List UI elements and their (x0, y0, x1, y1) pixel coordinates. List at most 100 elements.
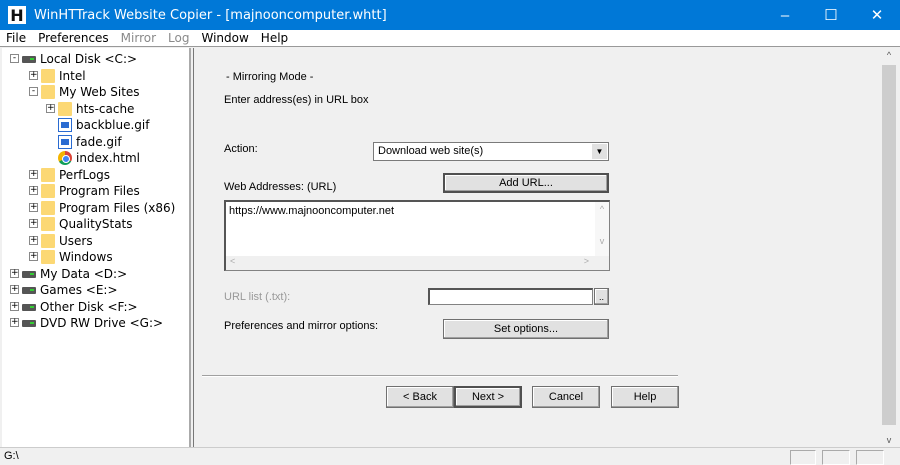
folder-icon (41, 184, 55, 198)
menu-file[interactable]: File (0, 31, 32, 45)
tree-item[interactable]: + Games <E:> (2, 282, 187, 298)
expand-icon[interactable]: + (10, 268, 19, 278)
tree-item[interactable]: + Users (2, 233, 187, 249)
expand-icon[interactable]: + (29, 186, 38, 195)
add-url-button[interactable]: Add URL... (443, 173, 609, 193)
url-text: https://www.majnooncomputer.net (229, 205, 395, 217)
tree-item[interactable]: backblue.gif (2, 117, 187, 133)
tree-item[interactable]: + QualityStats (2, 216, 187, 232)
tree-item-label: backblue.gif (76, 118, 150, 132)
menu-window[interactable]: Window (195, 31, 254, 45)
minimize-button[interactable]: – (762, 0, 808, 30)
status-bar: G:\ (0, 447, 900, 465)
close-button[interactable]: ✕ (854, 0, 900, 30)
expand-icon[interactable]: + (10, 285, 19, 294)
mode-title: - Mirroring Mode - (226, 71, 314, 83)
url-horizontal-scrollbar[interactable]: < > (226, 256, 609, 270)
back-button[interactable]: < Back (386, 386, 454, 408)
scroll-up-icon[interactable]: ^ (880, 50, 898, 60)
expand-icon[interactable]: + (46, 103, 55, 113)
menu-preferences[interactable]: Preferences (32, 31, 115, 45)
menu-mirror[interactable]: Mirror (115, 31, 162, 45)
drive-icon (22, 320, 36, 327)
url-list-label: URL list (.txt): (224, 291, 291, 303)
chevron-down-icon[interactable]: ▼ (592, 144, 607, 159)
tree-item[interactable]: - My Web Sites (2, 84, 187, 100)
url-vertical-scrollbar[interactable]: ^ v (595, 202, 609, 257)
tree-item[interactable]: index.html (2, 150, 187, 166)
scroll-down-icon[interactable]: v (880, 435, 898, 445)
folder-icon (41, 68, 55, 83)
drive-icon (22, 303, 36, 311)
status-panel (856, 450, 884, 465)
folder-tree[interactable]: - Local Disk <C:> + Intel - My Web Sites + hts-… (2, 48, 191, 447)
tree-item[interactable]: + Other Disk <F:> (2, 299, 187, 315)
tree-item-label: My Web Sites (59, 85, 140, 99)
image-file-icon (58, 134, 72, 149)
tree-item-label: DVD RW Drive <G:> (40, 316, 164, 330)
action-label: Action: (224, 143, 258, 155)
divider (202, 375, 678, 377)
help-button[interactable]: Help (611, 386, 679, 408)
browse-button[interactable]: .. (594, 288, 609, 305)
tree-item[interactable]: + DVD RW Drive <G:> (2, 315, 187, 331)
tree-item[interactable]: - Local Disk <C:> (2, 51, 187, 67)
status-panel (790, 450, 816, 465)
folder-icon (41, 250, 55, 264)
expand-icon[interactable]: + (29, 70, 38, 80)
url-textarea[interactable]: https://www.majnooncomputer.net ^ v < > (224, 200, 610, 271)
app-icon: H (8, 5, 26, 25)
folder-icon (41, 167, 55, 182)
title-bar: H WinHTTrack Website Copier - [majnoonco… (0, 0, 900, 30)
action-select[interactable]: Download web site(s) ▼ (373, 142, 609, 161)
menu-log[interactable]: Log (162, 31, 195, 45)
cancel-button[interactable]: Cancel (532, 386, 600, 408)
folder-icon (58, 101, 72, 116)
tree-item-label: Windows (59, 250, 113, 264)
action-value: Download web site(s) (378, 145, 484, 157)
tree-item-label: Program Files (x86) (59, 200, 176, 215)
urls-label: Web Addresses: (URL) (224, 181, 337, 193)
scroll-thumb[interactable] (882, 65, 896, 425)
tree-item-label: Other Disk <F:> (40, 299, 138, 314)
folder-icon (41, 217, 55, 231)
expand-icon[interactable]: + (10, 301, 19, 311)
expand-icon[interactable]: + (29, 202, 38, 212)
image-file-icon (58, 118, 72, 132)
main-scrollbar[interactable]: ^ v (880, 48, 898, 447)
expand-icon[interactable]: + (10, 318, 19, 327)
tree-item[interactable]: + Program Files (2, 183, 187, 199)
maximize-button[interactable]: ☐ (808, 0, 854, 30)
status-text: G:\ (4, 450, 19, 462)
prefs-label: Preferences and mirror options: (224, 320, 379, 332)
tree-item-label: Games <E:> (40, 283, 118, 297)
tree-item-label: Local Disk <C:> (40, 52, 138, 66)
tree-item[interactable]: + PerfLogs (2, 167, 187, 183)
tree-item[interactable]: fade.gif (2, 134, 187, 150)
tree-item-label: My Data <D:> (40, 266, 128, 281)
menu-bar: File Preferences Mirror Log Window Help (0, 30, 900, 47)
tree-item[interactable]: + Windows (2, 249, 187, 265)
url-list-input[interactable] (428, 288, 593, 305)
tree-item[interactable]: + Intel (2, 68, 187, 84)
tree-item[interactable]: + hts-cache (2, 101, 187, 117)
folder-icon (41, 85, 55, 99)
expand-icon[interactable]: + (29, 219, 38, 228)
tree-item-label: index.html (76, 151, 140, 165)
collapse-icon[interactable]: - (10, 54, 19, 63)
set-options-button[interactable]: Set options... (443, 319, 609, 339)
drive-icon (22, 56, 36, 63)
drive-icon (22, 270, 36, 278)
expand-icon[interactable]: + (29, 169, 38, 179)
expand-icon[interactable]: + (29, 235, 38, 245)
expand-icon[interactable]: + (29, 252, 38, 261)
chrome-icon (58, 151, 72, 165)
tree-item[interactable]: + Program Files (x86) (2, 200, 187, 216)
app-icon-letter: H (10, 5, 24, 25)
next-button[interactable]: Next > (454, 386, 522, 408)
menu-help[interactable]: Help (255, 31, 294, 45)
collapse-icon[interactable]: - (29, 87, 38, 96)
tree-item[interactable]: + My Data <D:> (2, 266, 187, 282)
drive-icon (22, 287, 36, 294)
tree-item-label: fade.gif (76, 134, 122, 149)
